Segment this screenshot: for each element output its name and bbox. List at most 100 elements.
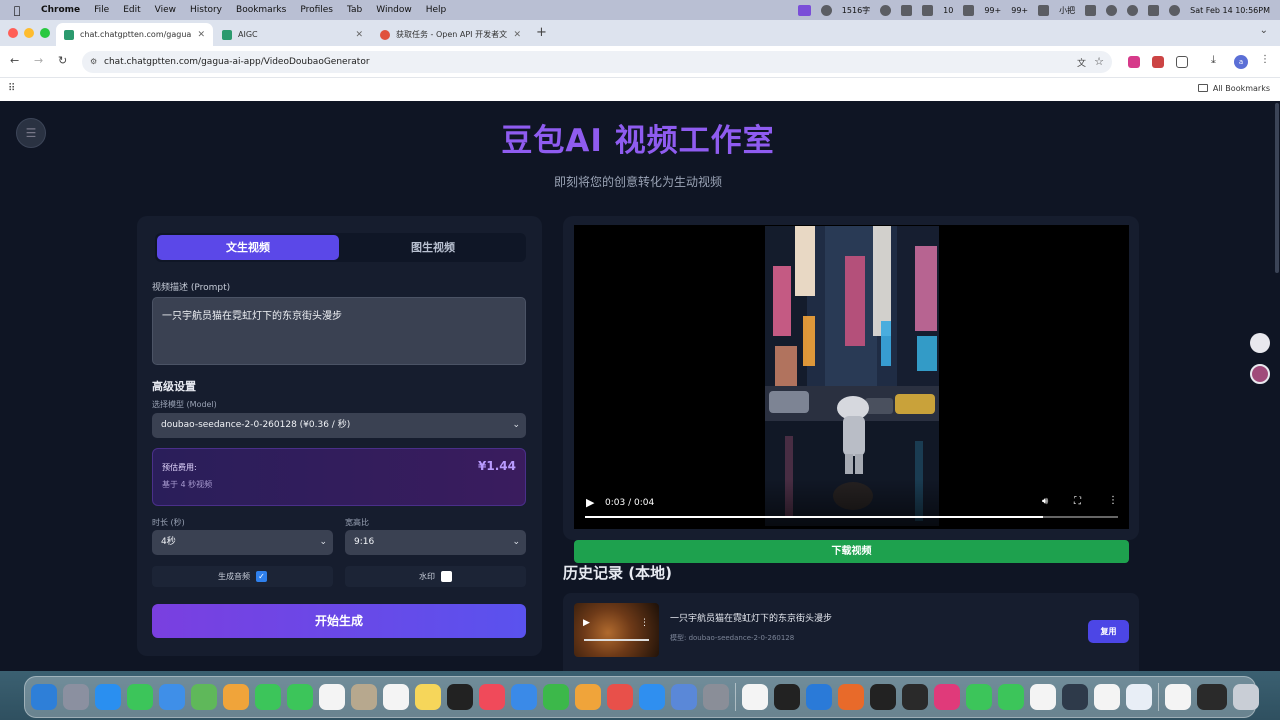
vscode-icon[interactable] xyxy=(806,684,832,710)
menu-file[interactable]: File xyxy=(87,5,116,15)
close-window-button[interactable] xyxy=(8,28,18,38)
model-select[interactable]: doubao-seedance-2-0-260128 (¥0.36 / 秒) ⌄ xyxy=(152,413,526,438)
wechat-badge[interactable]: 99+ xyxy=(984,6,1001,15)
close-tab-icon[interactable]: ✕ xyxy=(513,30,521,40)
music-icon[interactable] xyxy=(479,684,505,710)
mic-icon[interactable] xyxy=(922,4,934,16)
maps-icon[interactable] xyxy=(191,684,217,710)
messages-icon[interactable] xyxy=(127,684,153,710)
wechat-icon[interactable] xyxy=(966,684,992,710)
menu-window[interactable]: Window xyxy=(369,5,419,15)
aspect-ratio-select[interactable]: 9:16 ⌄ xyxy=(345,530,526,555)
downloads-icon[interactable]: ⤓ xyxy=(1211,53,1223,66)
numbers-icon[interactable] xyxy=(543,684,569,710)
reload-icon[interactable]: ↻ xyxy=(58,54,67,67)
forward-arrow-icon[interactable]: → xyxy=(34,54,43,67)
ai-app-icon[interactable] xyxy=(742,684,768,710)
tab-open-api-docs[interactable]: 获取任务 - Open API 开发者文档 ✕ xyxy=(372,23,529,46)
site-info-icon[interactable]: ⚙ xyxy=(90,57,97,66)
video-player[interactable]: ▶ 0:03 / 0:04 🔊︎ ⛶ ⋮ xyxy=(574,225,1129,529)
reminders-icon[interactable] xyxy=(383,684,409,710)
duration-select[interactable]: 4秒 ⌄ xyxy=(152,530,333,555)
translate-icon[interactable]: 文 xyxy=(1077,56,1086,69)
scrollbar-thumb[interactable] xyxy=(1275,103,1279,273)
notification-count[interactable]: 10 xyxy=(943,6,953,15)
intellij-icon[interactable] xyxy=(934,684,960,710)
tab-aigc[interactable]: AIGC ✕ xyxy=(214,23,371,46)
notes-icon[interactable] xyxy=(415,684,441,710)
close-tab-icon[interactable]: ✕ xyxy=(355,30,363,40)
floating-assistant-icon[interactable] xyxy=(1250,364,1270,384)
screen-record-icon[interactable] xyxy=(797,4,811,16)
capcut-icon[interactable] xyxy=(870,684,896,710)
menu-edit[interactable]: Edit xyxy=(116,5,147,15)
tab-search-chevron-icon[interactable]: ⌄ xyxy=(1260,25,1268,36)
phone-icon[interactable] xyxy=(287,684,313,710)
facetime-icon[interactable] xyxy=(255,684,281,710)
menu-view[interactable]: View xyxy=(148,5,183,15)
spotlight-search-icon[interactable] xyxy=(1127,4,1139,16)
generate-audio-toggle[interactable]: 生成音频 ✓ xyxy=(152,566,333,587)
face-icon[interactable] xyxy=(880,4,892,16)
wechat-work-badge[interactable]: 99+ xyxy=(1011,6,1028,15)
datagrip-icon[interactable] xyxy=(902,684,928,710)
qq-icon[interactable] xyxy=(1126,684,1152,710)
page-scrollbar[interactable] xyxy=(1274,101,1280,671)
contacts-icon[interactable] xyxy=(351,684,377,710)
volume-icon[interactable]: 🔊︎ xyxy=(1042,496,1048,507)
menu-help[interactable]: Help xyxy=(419,5,454,15)
rocket-app-icon[interactable] xyxy=(607,684,633,710)
address-bar[interactable]: ⚙ chat.chatgptten.com/gagua-ai-app/Video… xyxy=(82,51,1112,73)
word-count-status[interactable]: 1516字 xyxy=(842,5,870,16)
pages-icon[interactable] xyxy=(575,684,601,710)
more-options-icon[interactable]: ⋮ xyxy=(1108,495,1118,506)
control-center-icon[interactable] xyxy=(1148,4,1160,16)
mail-icon[interactable] xyxy=(159,684,185,710)
minimized-window-icon[interactable] xyxy=(1197,684,1227,710)
apple-menu-icon[interactable]:  xyxy=(0,4,34,17)
launchpad-icon[interactable] xyxy=(63,684,89,710)
terminal-icon[interactable] xyxy=(774,684,800,710)
zoom-window-button[interactable] xyxy=(40,28,50,38)
fullscreen-icon[interactable]: ⛶ xyxy=(1074,496,1081,507)
safari-icon[interactable] xyxy=(95,684,121,710)
menu-history[interactable]: History xyxy=(183,5,229,15)
close-tab-icon[interactable]: ✕ xyxy=(197,30,205,40)
bookmark-star-icon[interactable]: ☆ xyxy=(1094,55,1104,68)
document-icon[interactable] xyxy=(1165,684,1191,710)
extensions-puzzle-icon[interactable] xyxy=(1176,56,1188,68)
keyboard-icon[interactable] xyxy=(1085,4,1097,16)
menubar-datetime[interactable]: Sat Feb 14 10:56PM xyxy=(1190,6,1270,15)
input-method-label[interactable]: 小把 xyxy=(1059,5,1075,16)
calendar-icon[interactable] xyxy=(319,684,345,710)
tab-text-to-video[interactable]: 文生视频 xyxy=(157,235,339,260)
browser-menu-icon[interactable]: ⋮ xyxy=(1260,54,1270,65)
menu-profiles[interactable]: Profiles xyxy=(293,5,340,15)
watermark-checkbox[interactable] xyxy=(441,571,452,582)
play-icon[interactable]: ▶ xyxy=(586,496,594,509)
history-video-thumbnail[interactable]: ▶ ⋮ xyxy=(574,603,659,657)
url-text[interactable]: chat.chatgptten.com/gagua-ai-app/VideoDo… xyxy=(104,57,370,67)
clipboard-icon[interactable] xyxy=(901,4,913,16)
wechat-work-icon[interactable] xyxy=(998,684,1024,710)
more-options-icon[interactable]: ⋮ xyxy=(640,618,649,628)
wifi-icon[interactable] xyxy=(1106,4,1118,16)
apps-grid-icon[interactable]: ⠿ xyxy=(8,83,15,94)
back-arrow-icon[interactable]: ← xyxy=(10,54,19,67)
video-progress-bar[interactable] xyxy=(585,516,1118,518)
chrome-icon[interactable] xyxy=(1030,684,1056,710)
iphone-mirroring-icon[interactable] xyxy=(671,684,697,710)
generate-audio-checkbox[interactable]: ✓ xyxy=(256,571,267,582)
minimize-window-button[interactable] xyxy=(24,28,34,38)
photos-icon[interactable] xyxy=(223,684,249,710)
finder-icon[interactable] xyxy=(31,684,57,710)
qq-browser-icon[interactable] xyxy=(1094,684,1120,710)
watermark-toggle[interactable]: 水印 xyxy=(345,566,526,587)
siri-icon[interactable] xyxy=(1169,4,1181,16)
extension-icon[interactable] xyxy=(1128,56,1140,68)
tab-video-generator[interactable]: chat.chatgptten.com/gagua-ai-app/VideoDo… xyxy=(56,23,213,46)
keynote-icon[interactable] xyxy=(511,684,537,710)
system-settings-icon[interactable] xyxy=(703,684,729,710)
app-store-icon[interactable] xyxy=(639,684,665,710)
extension-red-icon[interactable] xyxy=(1152,56,1164,68)
